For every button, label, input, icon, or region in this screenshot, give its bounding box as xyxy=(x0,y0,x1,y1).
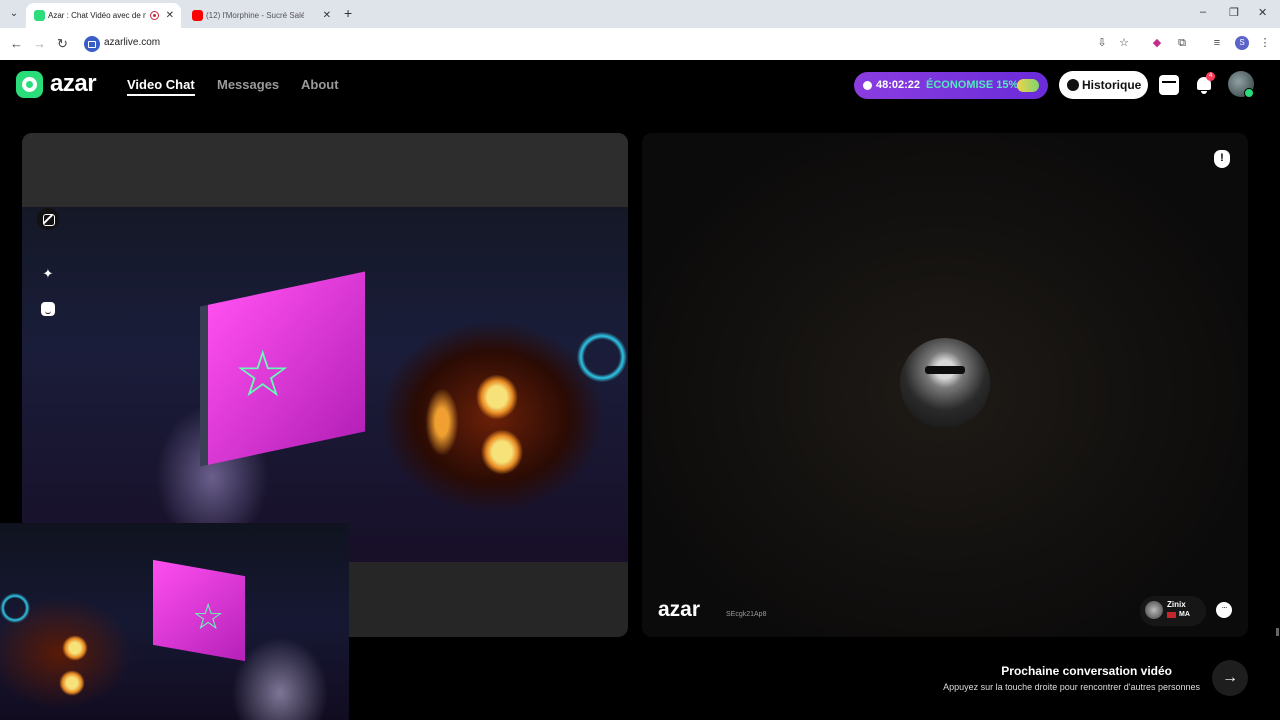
magic-wand-icon[interactable]: ✦ xyxy=(37,263,59,285)
media-controls-icon[interactable]: ≡ xyxy=(1210,36,1224,50)
minimize-button[interactable]: – xyxy=(1200,6,1206,18)
extensions-puzzle-icon[interactable]: ⧉ xyxy=(1175,36,1189,50)
online-status-badge xyxy=(1244,88,1254,98)
reload-icon[interactable]: ↻ xyxy=(57,36,68,52)
azar-watermark: azar xyxy=(658,598,701,621)
install-app-icon[interactable]: ⇩ xyxy=(1095,36,1109,50)
promo-timer: 48:02:22 xyxy=(876,79,921,91)
scrollbar[interactable] xyxy=(1276,628,1279,636)
tab-title: (12) l'Morphine - Sucré Salé (O xyxy=(206,11,304,20)
azar-logo-text[interactable]: azar xyxy=(50,70,97,98)
browser-tab-bar: ⌄ Azar : Chat Vidéo avec de n ✕ (12) l'M… xyxy=(0,0,1280,28)
star-image: ☆ xyxy=(192,596,225,637)
tab-close-icon[interactable]: ✕ xyxy=(166,3,174,28)
next-conversation-subtitle: Appuyez sur la touche droite pour rencon… xyxy=(943,682,1200,692)
forward-icon[interactable]: → xyxy=(33,36,46,51)
notification-badge: 4 xyxy=(1206,72,1215,81)
restore-button[interactable]: ❐ xyxy=(1229,6,1239,19)
azar-favicon-icon xyxy=(34,10,45,21)
history-label: Historique xyxy=(1082,78,1142,92)
youtube-favicon-icon xyxy=(192,10,203,21)
next-conversation-title: Prochaine conversation vidéo xyxy=(1001,664,1172,678)
expand-icon[interactable] xyxy=(37,208,59,230)
partner-video-panel: azar SEcgk21Ap8 Zinix MA xyxy=(642,133,1248,637)
extension-shield-icon[interactable]: ◆ xyxy=(1150,36,1164,50)
next-arrow-button[interactable]: → xyxy=(1212,660,1248,696)
morocco-flag-icon xyxy=(1167,612,1176,618)
history-clock-icon xyxy=(1067,79,1079,91)
partner-avatar xyxy=(900,338,990,428)
tab-search-icon[interactable]: ⌄ xyxy=(6,6,22,22)
bookmark-star-icon[interactable]: ☆ xyxy=(1117,36,1131,50)
tab-youtube[interactable]: (12) l'Morphine - Sucré Salé (O ✕ xyxy=(184,3,338,28)
site-info-icon[interactable] xyxy=(84,36,100,52)
azar-app: azar Video Chat Messages About 48:02:22 … xyxy=(0,60,1280,720)
close-window-button[interactable]: ✕ xyxy=(1258,6,1267,19)
peer-avatar xyxy=(1145,601,1163,619)
chat-bubble-icon[interactable] xyxy=(1216,602,1232,618)
new-tab-button[interactable]: + xyxy=(344,5,352,21)
report-shield-icon[interactable] xyxy=(1214,150,1230,168)
back-icon[interactable]: ← xyxy=(10,36,23,51)
nav-video-chat[interactable]: Video Chat xyxy=(127,77,195,96)
browser-toolbar: ← → ↻ azarlive.com ⇩ ☆ ◆ ⧉ ≡ S ⋮ xyxy=(0,28,1280,60)
clock-icon xyxy=(863,81,872,90)
gems-icon xyxy=(1017,79,1039,92)
nav-messages[interactable]: Messages xyxy=(217,77,279,92)
peer-country: MA xyxy=(1179,611,1190,618)
history-button[interactable]: Historique xyxy=(1059,71,1148,99)
profile-avatar[interactable]: S xyxy=(1235,36,1249,50)
address-input[interactable]: azarlive.com xyxy=(104,37,160,48)
nav-about[interactable]: About xyxy=(301,77,339,92)
session-id: SEcgk21Ap8 xyxy=(726,611,767,618)
more-menu-icon[interactable]: ⋮ xyxy=(1258,36,1272,50)
pip-camera-preview[interactable]: ☆ xyxy=(0,523,349,720)
promo-label: ÉCONOMISE 15% xyxy=(926,79,1019,91)
face-filter-icon[interactable] xyxy=(37,298,59,320)
tab-azar[interactable]: Azar : Chat Vidéo avec de n ✕ xyxy=(26,3,181,28)
store-icon[interactable] xyxy=(1159,75,1179,95)
peer-name: Zinix xyxy=(1167,600,1186,609)
tab-close-icon[interactable]: ✕ xyxy=(323,3,331,28)
star-image: ☆ xyxy=(234,338,292,410)
self-video-header xyxy=(22,133,628,207)
azar-logo-icon[interactable] xyxy=(16,71,43,98)
self-camera-feed: ☆ xyxy=(22,207,628,562)
peer-info-chip[interactable]: Zinix MA xyxy=(1140,596,1206,626)
tab-title: Azar : Chat Vidéo avec de n xyxy=(48,11,146,20)
recording-icon xyxy=(150,11,159,20)
promo-banner[interactable]: 48:02:22 ÉCONOMISE 15% xyxy=(854,72,1048,99)
